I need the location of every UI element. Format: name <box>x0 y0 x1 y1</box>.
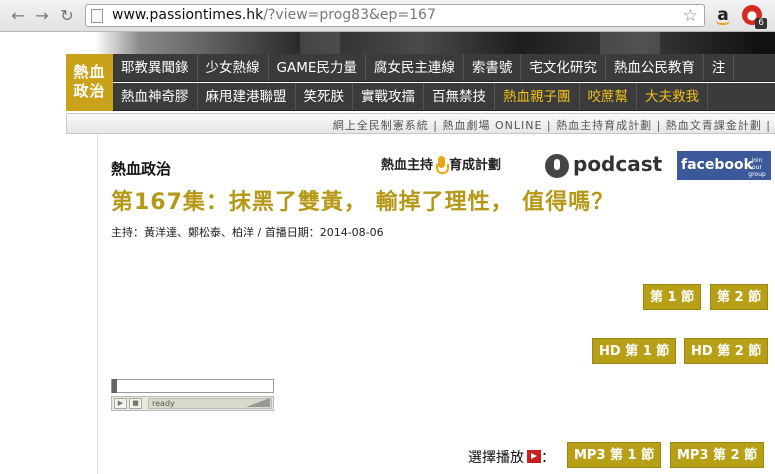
menu-item[interactable]: 索書號 <box>464 54 522 81</box>
menu-item[interactable]: 麻甩建港聯盟 <box>198 83 296 110</box>
menu-item[interactable]: 腐女民主連線 <box>366 54 464 81</box>
menu-item[interactable]: GAME民力量 <box>269 54 366 81</box>
volume-icon[interactable] <box>246 398 270 407</box>
menu-item[interactable]: 咬蔗幫 <box>580 83 637 110</box>
podcast-icon <box>545 153 569 178</box>
sub-navigation: 網上全民制憲系統 | 熱血劇場 ONLINE | 熱血主持育成計劃 | 熱血文青… <box>66 113 775 134</box>
menu-item[interactable]: 熱血神奇膠 <box>113 83 198 110</box>
play-icon <box>527 450 541 463</box>
hd-segment-1-button[interactable]: HD 第 1 節 <box>592 338 677 364</box>
menu-item[interactable]: 大夫救我 <box>637 83 708 110</box>
episode-title: 第167集：抹黑了雙黃， 輸掉了理性， 值得嗎？ <box>111 190 615 215</box>
url-text[interactable]: www.passiontimes.hk/?view=prog83&ep=167 <box>112 7 436 23</box>
menu-item[interactable]: 實戰攻擂 <box>353 83 424 110</box>
menu-item[interactable]: 熱血親子團 <box>495 83 580 110</box>
microphone-icon <box>435 155 450 176</box>
progress-bar[interactable] <box>111 379 274 393</box>
progress-knob[interactable] <box>112 379 117 393</box>
main-menu-row-1: 耶教異聞錄 少女熱線 GAME民力量 腐女民主連線 索書號 宅文化研究 熱血公民教育注 <box>113 54 775 82</box>
segment-2-button[interactable]: 第 2 節 <box>710 284 769 310</box>
segment-1-button[interactable]: 第 1 節 <box>643 284 702 310</box>
back-arrow-icon[interactable]: ← <box>8 6 28 26</box>
audio-player: ▶ ■ ready <box>111 379 274 413</box>
bookmark-star-icon[interactable]: ☆ <box>683 6 698 26</box>
section-title: 熱血政治 <box>111 160 172 178</box>
site-logo[interactable]: 熱血 政治 <box>66 54 113 111</box>
podcast-link[interactable]: podcast <box>545 152 662 178</box>
stop-icon[interactable]: ■ <box>129 398 142 409</box>
menu-item[interactable]: 熱血公民教育 <box>606 54 704 81</box>
facebook-group-link[interactable]: facebook join our group » <box>677 151 771 185</box>
menu-item[interactable]: 少女熱線 <box>198 54 269 81</box>
menu-item[interactable]: 注 <box>704 54 735 81</box>
choose-play-label: 選擇播放： <box>468 450 555 466</box>
subnav-links[interactable]: 網上全民制憲系統 | 熱血劇場 ONLINE | 熱血主持育成計劃 | 熱血文青… <box>333 117 771 133</box>
player-controls: ▶ ■ ready <box>111 396 274 411</box>
menu-item[interactable]: 笑死朕 <box>296 83 353 110</box>
menu-item[interactable]: 耶教異聞錄 <box>113 54 198 81</box>
main-menu-row-2: 熱血神奇膠 麻甩建港聯盟 笑死朕 實戰攻擂 百無禁技 熱血親子團 咬蔗幫 大夫救我 <box>113 83 775 111</box>
play-icon[interactable]: ▶ <box>114 398 127 409</box>
menu-item[interactable]: 百無禁技 <box>424 83 495 110</box>
menu-item[interactable]: 宅文化研究 <box>521 54 606 81</box>
mp3-segment-1-button[interactable]: MP3 第 1 節 <box>567 442 662 468</box>
reload-icon[interactable]: ↻ <box>57 6 77 26</box>
extension-badge: 6 <box>755 18 767 29</box>
extension-icon[interactable]: ● 6 <box>742 5 767 29</box>
header-banner-image <box>0 32 775 54</box>
host-training-logo[interactable]: 熱血主持 育成計劃 <box>381 154 501 176</box>
amazon-extension-icon[interactable]: a <box>712 5 734 27</box>
episode-meta: 主持：黃洋達、鄭松泰、柏洋 / 首播日期：2014-08-06 <box>111 226 384 239</box>
mp3-segment-2-button[interactable]: MP3 第 2 節 <box>670 442 765 468</box>
page-icon <box>91 9 103 23</box>
browser-toolbar: ← → ↻ www.passiontimes.hk/?view=prog83&e… <box>0 0 775 32</box>
address-bar[interactable]: www.passiontimes.hk/?view=prog83&ep=167 … <box>85 4 705 27</box>
hd-segment-2-button[interactable]: HD 第 2 節 <box>684 338 769 364</box>
forward-arrow-icon[interactable]: → <box>32 6 52 26</box>
main-content: 熱血政治 熱血主持 育成計劃 podcast facebook join our … <box>97 134 775 474</box>
